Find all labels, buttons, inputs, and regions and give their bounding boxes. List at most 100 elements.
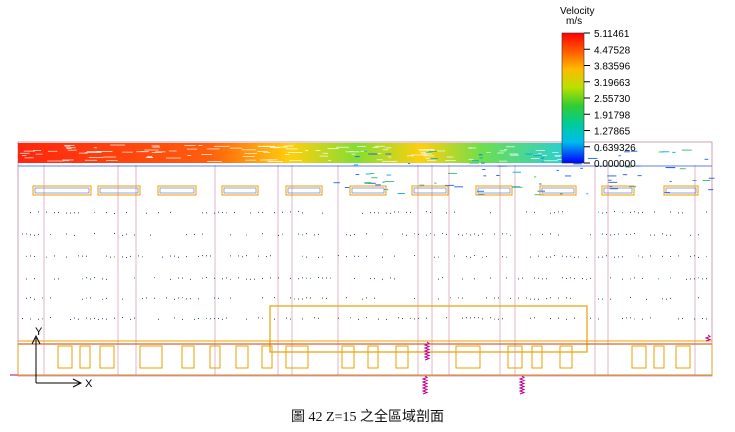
vector-point: [506, 256, 507, 258]
vector-point: [170, 255, 171, 257]
vector-point: [274, 212, 275, 214]
equipment-inner: [477, 187, 511, 194]
vector-point: [634, 318, 635, 320]
vector-point: [54, 255, 55, 257]
vector-point: [230, 278, 231, 280]
vector-point: [586, 256, 587, 258]
vector-point: [566, 277, 567, 279]
vector-point: [50, 234, 51, 236]
vector-point: [606, 255, 607, 257]
vector-point: [538, 277, 539, 279]
vector-point: [30, 297, 31, 299]
vector-point: [450, 297, 451, 299]
equipment-box: [663, 185, 699, 196]
vector-point: [102, 318, 103, 320]
vector-point: [582, 278, 583, 280]
vector-point: [206, 255, 207, 257]
vector-point: [278, 277, 279, 279]
vector-point: [438, 256, 439, 258]
vector-point: [566, 318, 567, 320]
vector-point: [210, 318, 211, 320]
vector-point: [26, 297, 27, 299]
vector-point: [286, 317, 287, 319]
vector-point: [178, 256, 179, 258]
vector-point: [122, 298, 123, 300]
vector-point: [706, 318, 707, 320]
vector-point: [534, 211, 535, 213]
vector-point: [610, 298, 611, 300]
vector-point: [558, 317, 559, 319]
vector-point: [410, 318, 411, 320]
vector-point: [678, 212, 679, 214]
vector-point: [678, 255, 679, 257]
vector-point: [86, 317, 87, 319]
vector-point: [238, 255, 239, 257]
floor-cell: [99, 345, 115, 369]
coil: [423, 341, 431, 361]
equipment-inner: [223, 187, 257, 194]
vector-point: [634, 233, 635, 235]
vector-point: [446, 233, 447, 235]
vector-point: [570, 297, 571, 299]
equipment-box: [285, 185, 323, 196]
vector-point: [294, 298, 295, 300]
vector-point: [146, 297, 147, 299]
vector-point: [318, 277, 319, 279]
vector-point: [162, 256, 163, 258]
velocity-section-figure: Y X Velocity m/s 5.114614.475283.835963.…: [10, 6, 715, 395]
vector-point: [614, 256, 615, 258]
vector-point: [378, 318, 379, 320]
vector-point: [114, 256, 115, 258]
vector-point: [94, 277, 95, 279]
legend-tick-label: 3.19663: [594, 78, 631, 89]
vector-point: [606, 212, 607, 214]
vector-point: [418, 317, 419, 319]
vector-point: [50, 297, 51, 299]
vector-point: [134, 317, 135, 319]
vector-point: [58, 278, 59, 280]
vector-point: [670, 277, 671, 279]
vector-point: [30, 318, 31, 320]
vector-point: [518, 297, 519, 299]
vector-point: [426, 234, 427, 236]
vector-point: [490, 277, 491, 279]
legend-tick-label: 2.55730: [594, 94, 631, 105]
vector-point: [290, 297, 291, 299]
vector-point: [114, 317, 115, 319]
vector-point: [82, 278, 83, 280]
vector-point: [242, 256, 243, 258]
coil: [421, 375, 429, 395]
vector-point: [534, 277, 535, 279]
vector-point: [670, 297, 671, 299]
vector-point: [310, 297, 311, 299]
vector-point: [574, 278, 575, 280]
vector-point: [306, 297, 307, 299]
vector-point: [226, 212, 227, 214]
vector-point: [602, 256, 603, 258]
vector-point: [206, 212, 207, 214]
equipment-inner: [99, 187, 139, 194]
vector-point: [610, 277, 611, 279]
vector-point: [498, 297, 499, 299]
vector-point: [706, 211, 707, 213]
vector-point: [262, 233, 263, 235]
vector-point: [246, 255, 247, 257]
legend-colorbar: [561, 32, 585, 164]
vector-point: [194, 233, 195, 235]
vector-point: [26, 233, 27, 235]
vector-point: [186, 256, 187, 258]
vector-point: [326, 277, 327, 279]
vector-point: [550, 212, 551, 214]
vector-point: [614, 234, 615, 236]
vector-point: [614, 211, 615, 213]
vector-point: [218, 297, 219, 299]
vector-point: [650, 234, 651, 236]
vector-point: [174, 255, 175, 257]
vector-point: [598, 298, 599, 300]
equipment-box: [97, 185, 141, 196]
vector-point: [586, 278, 587, 280]
vector-point: [58, 211, 59, 213]
vector-point: [638, 255, 639, 257]
vector-point: [90, 318, 91, 320]
vector-point: [506, 233, 507, 235]
